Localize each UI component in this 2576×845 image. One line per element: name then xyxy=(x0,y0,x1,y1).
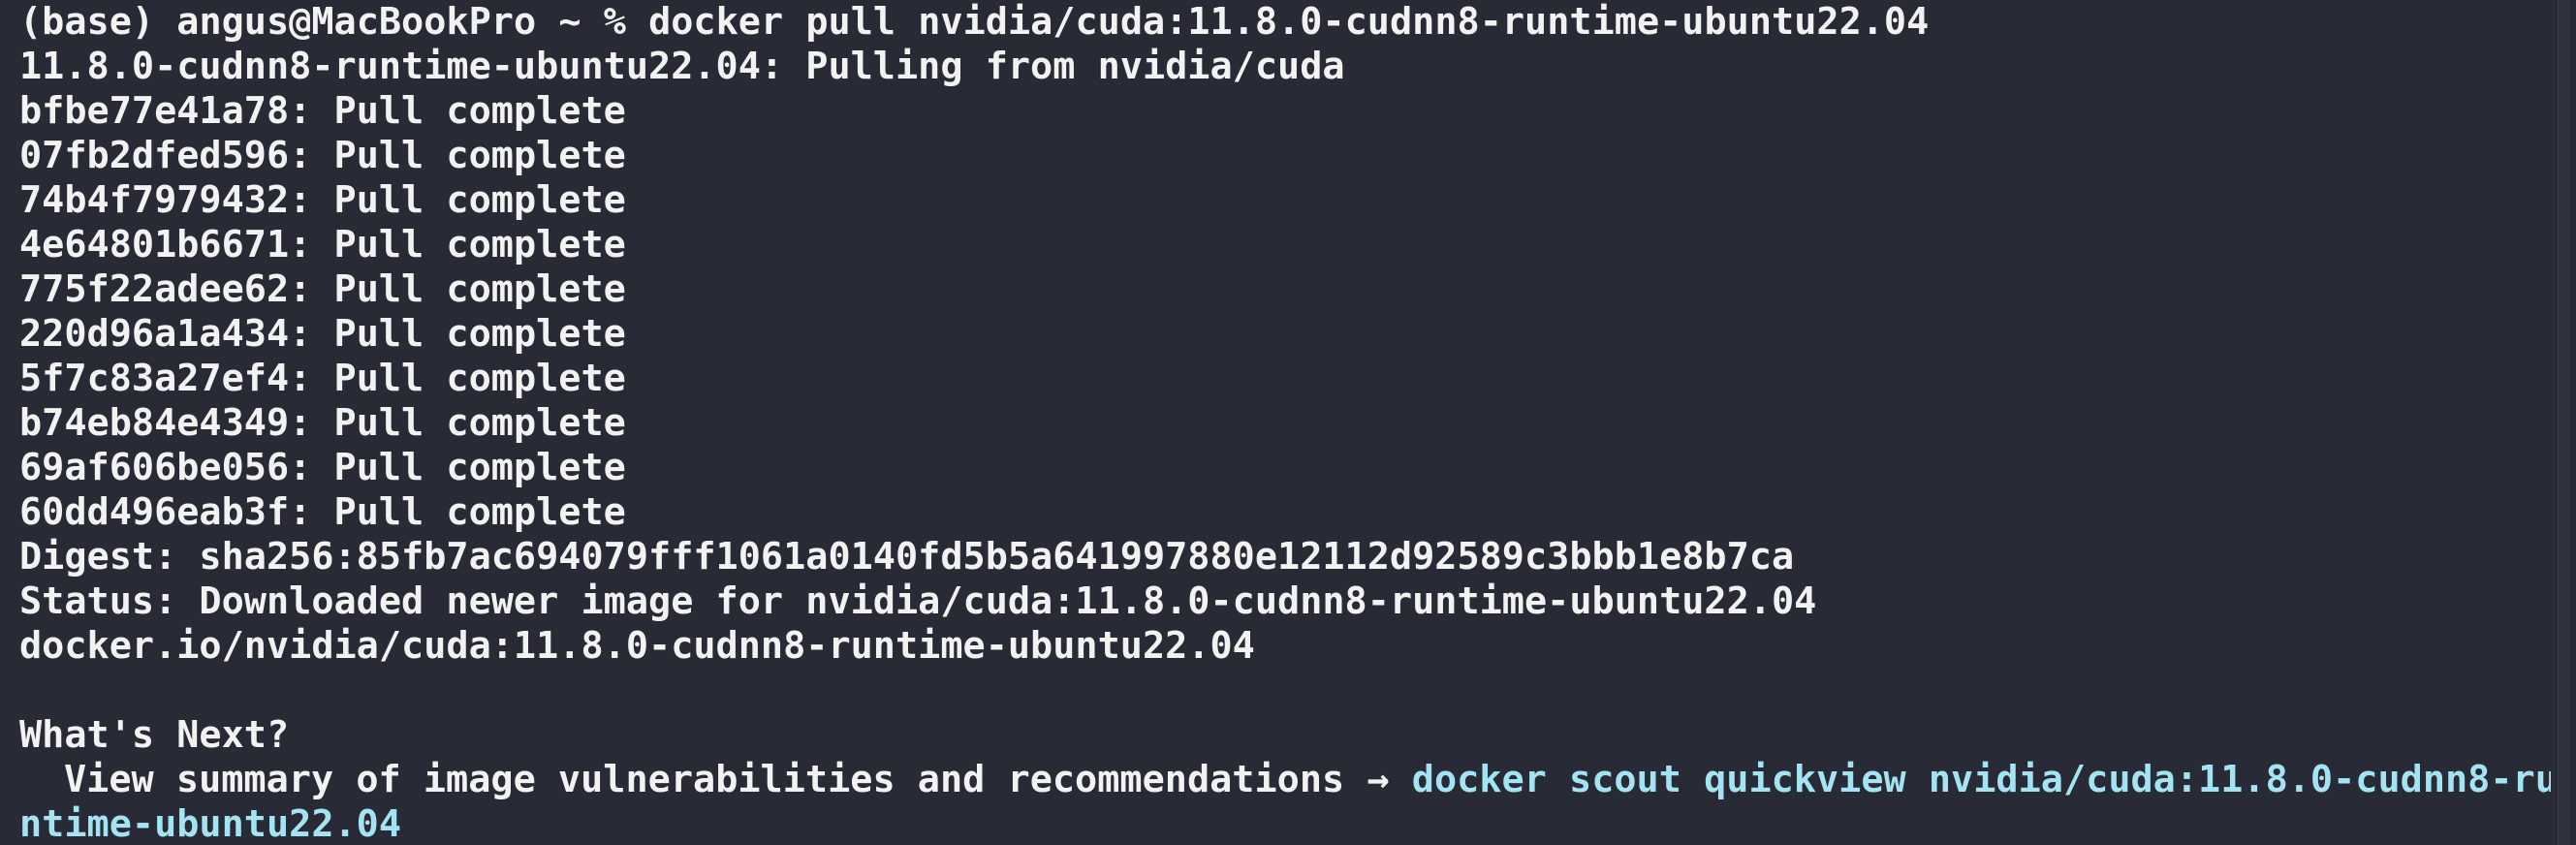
arrow-right-icon: → xyxy=(1367,758,1390,801)
layer-status: Pull complete xyxy=(333,446,626,489)
layer-status: Pull complete xyxy=(333,490,626,534)
layer-line: bfbe77e41a78: Pull complete xyxy=(19,89,626,133)
layer-line: 775f22adee62: Pull complete xyxy=(19,267,626,311)
layer-line: 5f7c83a27ef4: Pull complete xyxy=(19,357,626,400)
whats-next-hint-wrap: ntime-ubuntu22.04 xyxy=(19,802,2551,845)
layer-line: 07fb2dfed596: Pull complete xyxy=(19,134,626,177)
layer-status: Pull complete xyxy=(333,267,626,311)
layer-status: Pull complete xyxy=(333,357,626,400)
image-ref-line: docker.io/nvidia/cuda:11.8.0-cudnn8-runt… xyxy=(19,624,1255,668)
command-text: docker pull nvidia/cuda:11.8.0-cudnn8-ru… xyxy=(648,0,1930,44)
layer-line: 69af606be056: Pull complete xyxy=(19,446,626,489)
layer-line: 60dd496eab3f: Pull complete xyxy=(19,490,626,534)
scout-command-link[interactable]: docker scout quickview nvidia/cuda:11.8.… xyxy=(1412,758,2551,801)
scout-command-link-cont[interactable]: ntime-ubuntu22.04 xyxy=(19,802,401,845)
digest-line: Digest: sha256:85fb7ac694079fff1061a0140… xyxy=(19,535,1795,579)
terminal-window[interactable]: (base) angus@MacBookPro ~ % docker pull … xyxy=(0,0,2551,845)
whats-next-hint: View summary of image vulnerabilities an… xyxy=(19,758,2551,802)
layer-status: Pull complete xyxy=(333,223,626,266)
pulling-line: 11.8.0-cudnn8-runtime-ubuntu22.04: Pulli… xyxy=(19,45,1345,88)
layer-status: Pull complete xyxy=(333,134,626,177)
layer-id: 74b4f7979432 xyxy=(19,178,290,222)
status-line: Status: Downloaded newer image for nvidi… xyxy=(19,579,1817,623)
cwd: ~ xyxy=(558,0,581,44)
layer-id: 775f22adee62 xyxy=(19,267,290,311)
layer-id: 07fb2dfed596 xyxy=(19,134,290,177)
layer-id: 4e64801b6671 xyxy=(19,223,290,266)
hint-text: View summary of image vulnerabilities an… xyxy=(64,758,1345,801)
prompt-line: (base) angus@MacBookPro ~ % docker pull … xyxy=(19,0,2551,45)
layer-status: Pull complete xyxy=(333,89,626,133)
layer-status: Pull complete xyxy=(333,312,626,356)
layer-id: 69af606be056 xyxy=(19,446,290,489)
layer-line: 220d96a1a434: Pull complete xyxy=(19,312,626,356)
layer-status: Pull complete xyxy=(333,178,626,222)
layer-id: 5f7c83a27ef4 xyxy=(19,357,290,400)
layer-id: b74eb84e4349 xyxy=(19,401,290,445)
layer-status: Pull complete xyxy=(333,401,626,445)
layer-line: b74eb84e4349: Pull complete xyxy=(19,401,626,445)
conda-env: (base) xyxy=(19,0,155,44)
whats-next-heading: What's Next? xyxy=(19,713,290,757)
scrollbar[interactable] xyxy=(2558,0,2570,845)
prompt-symbol: % xyxy=(603,0,626,44)
layer-id: 60dd496eab3f xyxy=(19,490,290,534)
user-host: angus@MacBookPro xyxy=(176,0,537,44)
layer-line: 4e64801b6671: Pull complete xyxy=(19,223,626,266)
layer-id: bfbe77e41a78 xyxy=(19,89,290,133)
layer-list: bfbe77e41a78: Pull complete 07fb2dfed596:… xyxy=(19,89,2551,535)
layer-id: 220d96a1a434 xyxy=(19,312,290,356)
layer-line: 74b4f7979432: Pull complete xyxy=(19,178,626,222)
